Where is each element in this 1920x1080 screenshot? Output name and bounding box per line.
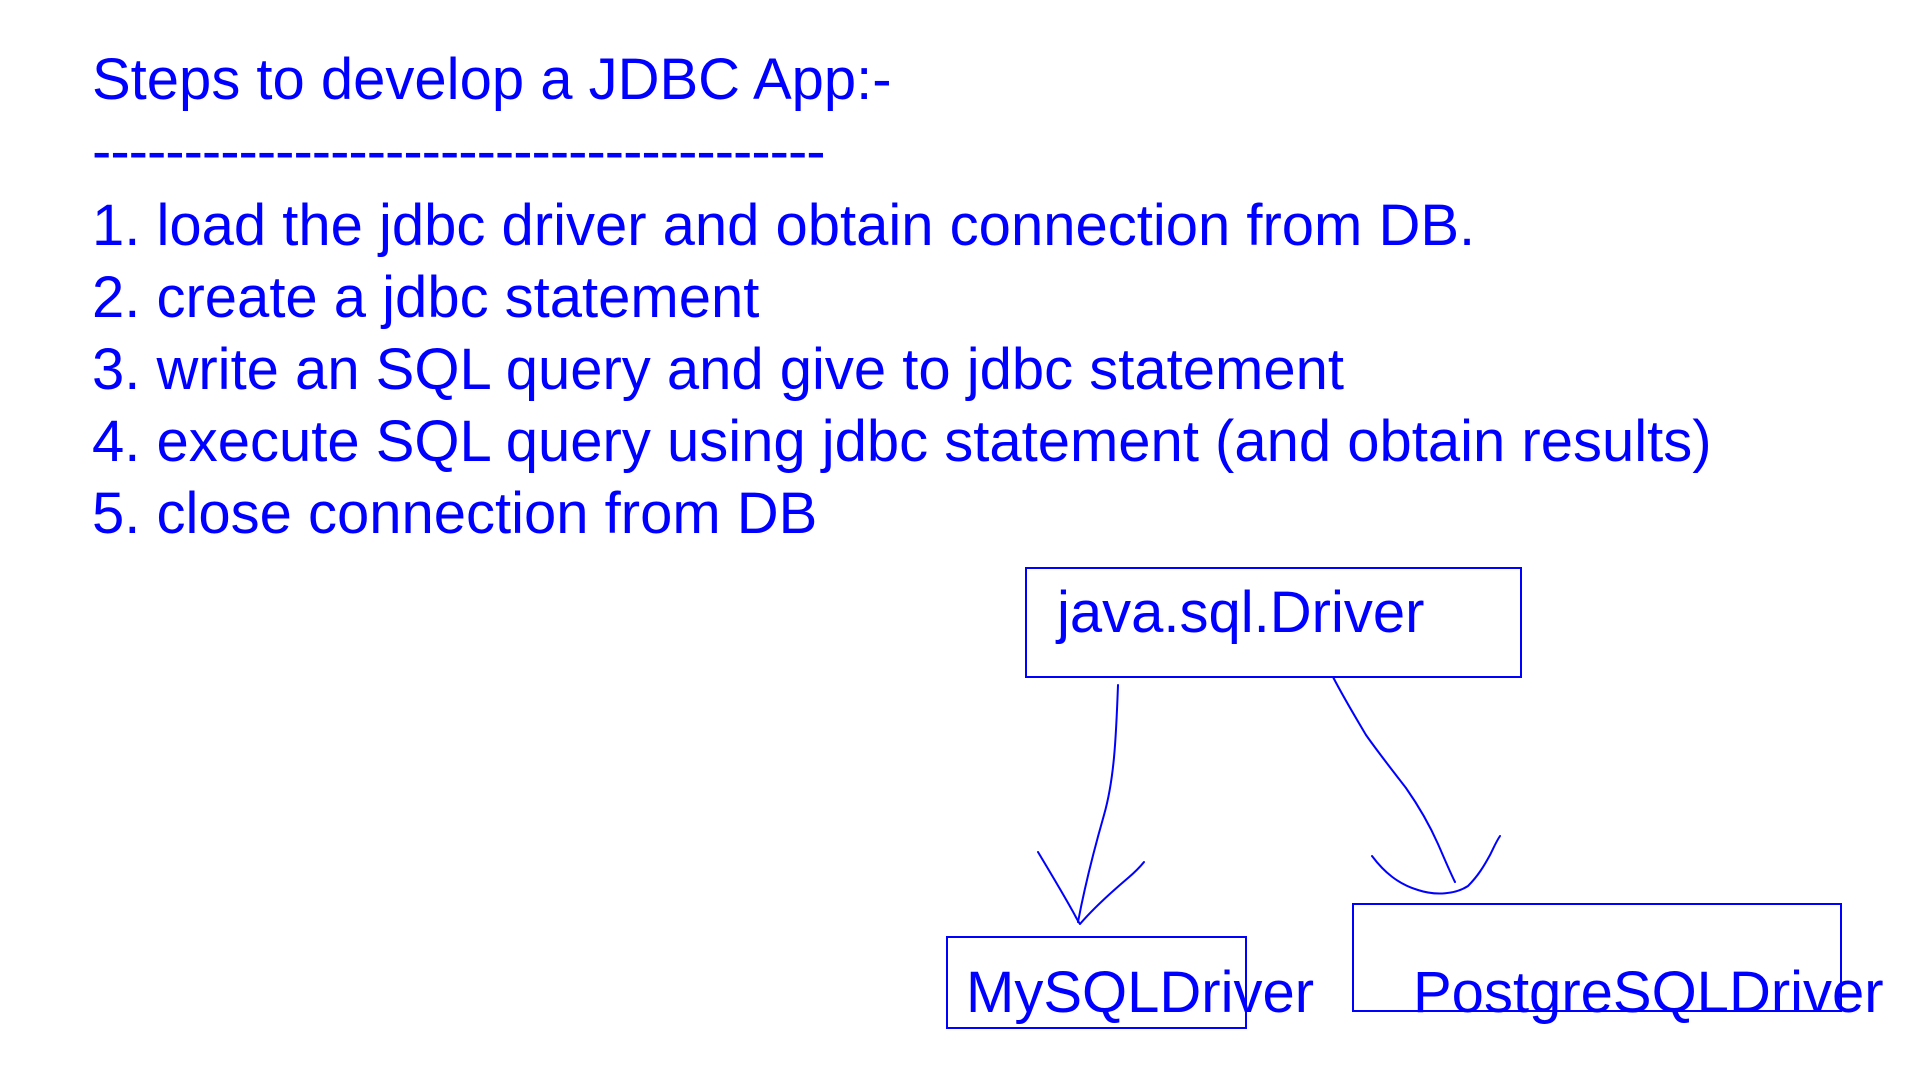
arrow-to-mysql	[1077, 684, 1119, 923]
arrow-head-postgresql	[1371, 835, 1501, 895]
step-item: 5. close connection from DB	[92, 481, 818, 546]
child-node-label-mysql: MySQLDriver	[966, 960, 1315, 1025]
step-item: 3. write an SQL query and give to jdbc s…	[92, 337, 1344, 402]
step-item: 4. execute SQL query using jdbc statemen…	[92, 409, 1712, 474]
arrow-to-postgresql	[1332, 676, 1456, 883]
child-node-label-postgresql: PostgreSQLDriver	[1413, 960, 1884, 1025]
arrow-head-mysql	[1037, 851, 1145, 925]
page-title: Steps to develop a JDBC App:-	[92, 47, 892, 112]
steps-list: 1. load the jdbc driver and obtain conne…	[92, 190, 1712, 550]
step-item: 2. create a jdbc statement	[92, 265, 760, 330]
parent-node-label: java.sql.Driver	[1057, 580, 1425, 645]
title-underline: ----------------------------------------	[92, 119, 826, 184]
step-item: 1. load the jdbc driver and obtain conne…	[92, 193, 1476, 258]
